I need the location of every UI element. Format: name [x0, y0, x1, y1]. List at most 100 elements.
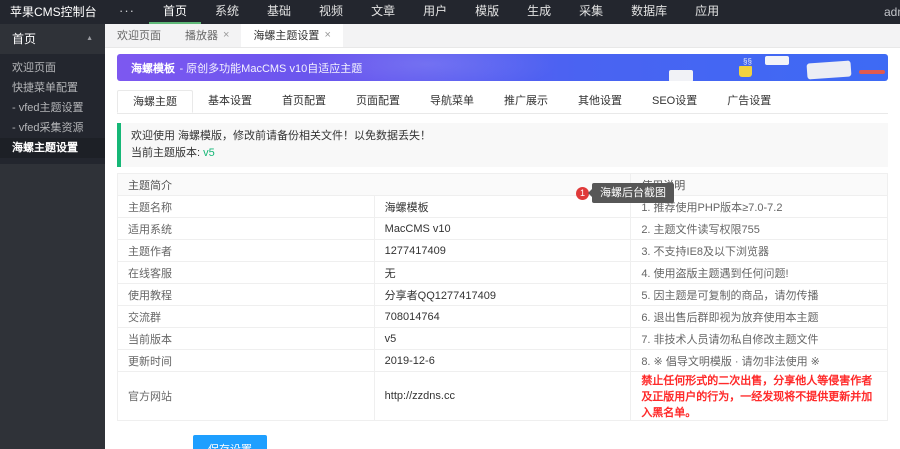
sidebar: 首页 ▲ 欢迎页面 快捷菜单配置 - vfed主题设置 - vfed采集资源 海…: [0, 24, 105, 449]
steam-illustration: §§: [743, 58, 752, 66]
top-nav: 首页 系统 基础 视频 文章 用户 模版 生成 采集 数据库 应用: [149, 0, 733, 24]
row-label: 在线客服: [118, 262, 375, 284]
annotation-tooltip: 1 海螺后台截图: [576, 183, 674, 203]
table-row: 主题名称 海螺模板 1. 推荐使用PHP版本≥7.0-7.2: [118, 196, 888, 218]
row-label: 交流群: [118, 306, 375, 328]
sidebar-header-home[interactable]: 首页 ▲: [0, 24, 105, 54]
row-label: 当前版本: [118, 328, 375, 350]
row-value: 2019-12-6: [374, 350, 631, 372]
top-nav-item[interactable]: 文章: [357, 0, 409, 24]
alert-line1: 欢迎使用 海螺模版，修改前请备份相关文件！以免数据丢失！: [131, 128, 878, 145]
top-nav-item[interactable]: 用户: [409, 0, 461, 24]
page-tab[interactable]: 播放器 ×: [173, 24, 241, 47]
row-label: 适用系统: [118, 218, 375, 240]
top-nav-item[interactable]: 系统: [201, 0, 253, 24]
sidebar-item[interactable]: - vfed主题设置: [0, 98, 105, 118]
row-description: 8. ※ 倡导文明模版 · 请勿非法使用 ※: [631, 350, 888, 372]
theme-tab[interactable]: 首页配置: [267, 90, 341, 113]
sidebar-item[interactable]: 快捷菜单配置: [0, 78, 105, 98]
page-tab-label: 海螺主题设置: [253, 24, 319, 48]
top-nav-item[interactable]: 首页: [149, 0, 201, 24]
row-description: 禁止任何形式的二次出售，分享他人等侵害作者及正版用户的行为，一经发现将不提供更新…: [631, 372, 888, 421]
theme-settings-tabs: 海螺主题 基本设置 首页配置 页面配置 导航菜单 推广展示 其他设置 SEO设置…: [117, 90, 888, 114]
top-nav-item[interactable]: 采集: [565, 0, 617, 24]
top-nav-item[interactable]: 应用: [681, 0, 733, 24]
page-tab[interactable]: 海螺主题设置 ×: [241, 24, 342, 47]
content: 海螺模板 - 原创多功能MacCMS v10自适应主题 §§ 海螺主题 基本设置…: [105, 48, 900, 449]
row-value: MacCMS v10: [374, 218, 631, 240]
speech-bubble-illustration: [765, 56, 789, 65]
close-icon[interactable]: ×: [223, 30, 229, 41]
theme-info-table: 主题简介 使用说明 主题名称 海螺模板 1. 推荐使用PHP版本≥7.0-7.2…: [117, 173, 888, 421]
top-nav-item[interactable]: 生成: [513, 0, 565, 24]
version-label: 当前主题版本:: [131, 147, 200, 159]
main-area: 欢迎页面 × 播放器 × 海螺主题设置 × 海螺模板 - 原创多功能MacCMS…: [105, 24, 900, 449]
theme-tab[interactable]: 页面配置: [341, 90, 415, 113]
page-tabbar: 欢迎页面 × 播放器 × 海螺主题设置 ×: [105, 24, 900, 48]
row-value: 无: [374, 262, 631, 284]
row-value: http://zzdns.cc: [374, 372, 631, 421]
more-menu-icon[interactable]: ···: [105, 0, 149, 24]
banner-glow-decor: [297, 54, 557, 81]
row-label: 主题作者: [118, 240, 375, 262]
pencil-illustration: [859, 70, 885, 74]
row-description: 3. 不支持IE8及以下浏览器: [631, 240, 888, 262]
top-nav-item[interactable]: 视频: [305, 0, 357, 24]
row-description: 6. 退出售后群即视为放弃使用本主题: [631, 306, 888, 328]
theme-tab[interactable]: 其他设置: [563, 90, 637, 113]
theme-banner: 海螺模板 - 原创多功能MacCMS v10自适应主题 §§: [117, 54, 888, 81]
caret-up-icon: ▲: [86, 24, 93, 54]
sidebar-item[interactable]: - vfed采集资源: [0, 118, 105, 138]
close-icon[interactable]: ×: [324, 30, 330, 41]
version-value: v5: [203, 147, 215, 159]
row-description: 7. 非技术人员请勿私自修改主题文件: [631, 328, 888, 350]
sidebar-menu: 欢迎页面 快捷菜单配置 - vfed主题设置 - vfed采集资源 海螺主题设置: [0, 54, 105, 164]
theme-tab[interactable]: 海螺主题: [117, 90, 193, 113]
row-value: 分享者QQ1277417409: [374, 284, 631, 306]
row-label: 更新时间: [118, 350, 375, 372]
row-description: 4. 使用盗版主题遇到任何问题!: [631, 262, 888, 284]
page-tab[interactable]: 欢迎页面 ×: [105, 24, 173, 47]
row-value: 1277417409: [374, 240, 631, 262]
theme-tab[interactable]: 推广展示: [489, 90, 563, 113]
row-description: 5. 因主题是可复制的商品，请勿传播: [631, 284, 888, 306]
table-row: 当前版本 v5 7. 非技术人员请勿私自修改主题文件: [118, 328, 888, 350]
alert-line2: 当前主题版本: v5: [131, 145, 878, 162]
page-tab-label: 播放器: [185, 24, 218, 48]
topbar: 苹果CMS控制台 ··· 首页 系统 基础 视频 文章 用户 模版 生成 采集 …: [0, 0, 900, 24]
coffee-mug-illustration: [739, 66, 752, 77]
annotation-tooltip-text: 海螺后台截图: [592, 183, 674, 203]
laptop-illustration: [806, 60, 851, 79]
theme-tab[interactable]: 基本设置: [193, 90, 267, 113]
user-menu[interactable]: admin: [884, 0, 900, 24]
top-nav-item[interactable]: 数据库: [617, 0, 681, 24]
row-description: 2. 主题文件读写权限755: [631, 218, 888, 240]
theme-tab[interactable]: 导航菜单: [415, 90, 489, 113]
app-logo: 苹果CMS控制台: [0, 0, 105, 24]
save-settings-button[interactable]: 保存设置: [193, 435, 267, 449]
column-header-intro: 主题简介: [118, 174, 631, 196]
top-nav-item[interactable]: 模版: [461, 0, 513, 24]
table-row: 适用系统 MacCMS v10 2. 主题文件读写权限755: [118, 218, 888, 240]
banner-title: 海螺模板: [131, 63, 175, 75]
welcome-alert: 欢迎使用 海螺模版，修改前请备份相关文件！以免数据丢失！ 当前主题版本: v5: [117, 123, 888, 167]
theme-tab[interactable]: 广告设置: [712, 90, 786, 113]
top-nav-item[interactable]: 基础: [253, 0, 305, 24]
page-tab-label: 欢迎页面: [117, 24, 161, 48]
table-row: 官方网站 http://zzdns.cc 禁止任何形式的二次出售，分享他人等侵害…: [118, 372, 888, 421]
table-row: 交流群 708014764 6. 退出售后群即视为放弃使用本主题: [118, 306, 888, 328]
row-value: 708014764: [374, 306, 631, 328]
sidebar-item[interactable]: 欢迎页面: [0, 58, 105, 78]
table-row: 主题作者 1277417409 3. 不支持IE8及以下浏览器: [118, 240, 888, 262]
table-row: 使用教程 分享者QQ1277417409 5. 因主题是可复制的商品，请勿传播: [118, 284, 888, 306]
table-row: 更新时间 2019-12-6 8. ※ 倡导文明模版 · 请勿非法使用 ※: [118, 350, 888, 372]
row-label: 官方网站: [118, 372, 375, 421]
table-header-row: 主题简介 使用说明: [118, 174, 888, 196]
theme-tab[interactable]: SEO设置: [637, 90, 712, 113]
table-row: 在线客服 无 4. 使用盗版主题遇到任何问题!: [118, 262, 888, 284]
sidebar-header-label: 首页: [12, 24, 36, 54]
paper-illustration: [669, 70, 693, 81]
row-value: v5: [374, 328, 631, 350]
sidebar-item[interactable]: 海螺主题设置: [0, 138, 105, 158]
row-label: 使用教程: [118, 284, 375, 306]
